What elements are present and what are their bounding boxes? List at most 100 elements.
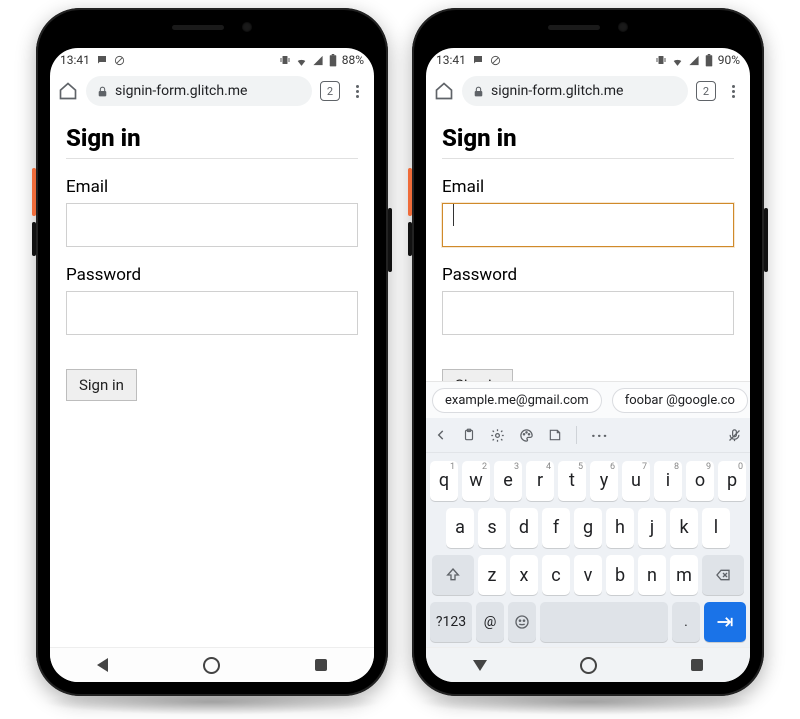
key-h[interactable]: h [606, 508, 634, 548]
signal-icon [312, 55, 324, 66]
more-icon[interactable]: ··· [591, 426, 608, 445]
status-time: 13:41 [436, 53, 466, 67]
password-field[interactable] [66, 291, 358, 335]
side-button-volume [32, 222, 36, 256]
key-i[interactable]: i8 [654, 461, 682, 501]
nav-recents-icon[interactable] [691, 659, 703, 671]
password-field[interactable] [442, 291, 734, 335]
wifi-icon [671, 55, 684, 66]
key-u[interactable]: u7 [622, 461, 650, 501]
message-icon [96, 54, 108, 66]
text-caret [453, 204, 454, 226]
phone-notch [412, 22, 764, 32]
symbols-key[interactable]: ?123 [430, 602, 472, 642]
key-l[interactable]: l [702, 508, 730, 548]
nav-home-icon[interactable] [203, 657, 220, 674]
menu-icon[interactable] [348, 85, 366, 98]
page-title: Sign in [442, 124, 734, 159]
key-b[interactable]: b [606, 555, 634, 595]
phone-right: 13:41 [412, 8, 764, 696]
suggestion-chip[interactable]: foobar @google.co [612, 388, 748, 413]
key-y[interactable]: y6 [590, 461, 618, 501]
keyboard-toolbar: ··· [426, 418, 750, 453]
suggestion-chip[interactable]: example.me@gmail.com [432, 388, 602, 413]
signin-button[interactable]: Sign in [66, 369, 137, 401]
nav-home-icon[interactable] [580, 657, 597, 674]
page-content: Sign in Email Password Sign in [426, 112, 750, 401]
sticker-icon[interactable] [548, 428, 562, 442]
tab-switcher[interactable]: 2 [696, 81, 716, 101]
email-label: Email [66, 177, 358, 197]
key-z[interactable]: z [478, 555, 506, 595]
url-text: signin-form.glitch.me [491, 83, 678, 99]
chevron-left-icon[interactable] [434, 428, 448, 442]
shift-key[interactable] [432, 555, 474, 595]
nav-recents-icon[interactable] [315, 659, 327, 671]
status-bar: 13:41 [50, 48, 374, 72]
menu-icon[interactable] [724, 85, 742, 98]
soft-keyboard: ··· q1w2e3r4t5y6u7i8o9p0 asdfghjkl zxc [426, 418, 750, 648]
email-field[interactable] [442, 203, 734, 247]
message-icon [472, 54, 484, 66]
key-m[interactable]: m [670, 555, 698, 595]
keyboard-row-1: q1w2e3r4t5y6u7i8o9p0 [430, 461, 746, 501]
key-f[interactable]: f [542, 508, 570, 548]
vibrate-icon [655, 54, 667, 66]
android-nav-bar [50, 647, 374, 682]
keyboard-row-4: ?123 @ . [430, 602, 746, 642]
emoji-key[interactable] [508, 602, 536, 642]
key-d[interactable]: d [510, 508, 538, 548]
key-k[interactable]: k [670, 508, 698, 548]
key-w[interactable]: w2 [462, 461, 490, 501]
browser-toolbar: signin-form.glitch.me 2 [426, 72, 750, 112]
nav-back-icon[interactable] [97, 658, 108, 672]
side-button-power [388, 208, 392, 272]
key-a[interactable]: a [446, 508, 474, 548]
enter-key[interactable] [704, 602, 746, 642]
key-r[interactable]: r4 [526, 461, 554, 501]
stop-icon [490, 55, 501, 66]
page-title: Sign in [66, 124, 358, 159]
key-x[interactable]: x [510, 555, 538, 595]
status-bar: 13:41 [426, 48, 750, 72]
key-j[interactable]: j [638, 508, 666, 548]
battery-icon [328, 54, 338, 67]
key-n[interactable]: n [638, 555, 666, 595]
stop-icon [114, 55, 125, 66]
key-s[interactable]: s [478, 508, 506, 548]
clipboard-icon[interactable] [462, 428, 476, 442]
mic-off-icon[interactable] [727, 428, 742, 443]
side-button-power [764, 208, 768, 272]
home-icon[interactable] [58, 81, 78, 101]
key-e[interactable]: e3 [494, 461, 522, 501]
keyboard-row-2: asdfghjkl [430, 508, 746, 548]
status-battery: 88% [342, 53, 364, 67]
email-field[interactable] [66, 203, 358, 247]
screen-right: 13:41 [426, 48, 750, 682]
key-c[interactable]: c [542, 555, 570, 595]
key-q[interactable]: q1 [430, 461, 458, 501]
key-g[interactable]: g [574, 508, 602, 548]
space-key[interactable] [540, 602, 668, 642]
page-content: Sign in Email Password Sign in [50, 112, 374, 401]
url-bar[interactable]: signin-form.glitch.me [462, 76, 688, 106]
side-button-accent [408, 168, 412, 216]
android-nav-bar [426, 647, 750, 682]
gear-icon[interactable] [490, 428, 505, 443]
key-o[interactable]: o9 [686, 461, 714, 501]
key-t[interactable]: t5 [558, 461, 586, 501]
browser-toolbar: signin-form.glitch.me 2 [50, 72, 374, 112]
nav-hide-keyboard-icon[interactable] [473, 660, 487, 671]
period-key[interactable]: . [672, 602, 700, 642]
url-text: signin-form.glitch.me [115, 83, 302, 99]
palette-icon[interactable] [519, 428, 534, 443]
lock-icon [472, 85, 485, 98]
key-v[interactable]: v [574, 555, 602, 595]
url-bar[interactable]: signin-form.glitch.me [86, 76, 312, 106]
side-button-volume [408, 222, 412, 256]
home-icon[interactable] [434, 81, 454, 101]
at-key[interactable]: @ [476, 602, 504, 642]
backspace-key[interactable] [702, 555, 744, 595]
tab-switcher[interactable]: 2 [320, 81, 340, 101]
key-p[interactable]: p0 [718, 461, 746, 501]
